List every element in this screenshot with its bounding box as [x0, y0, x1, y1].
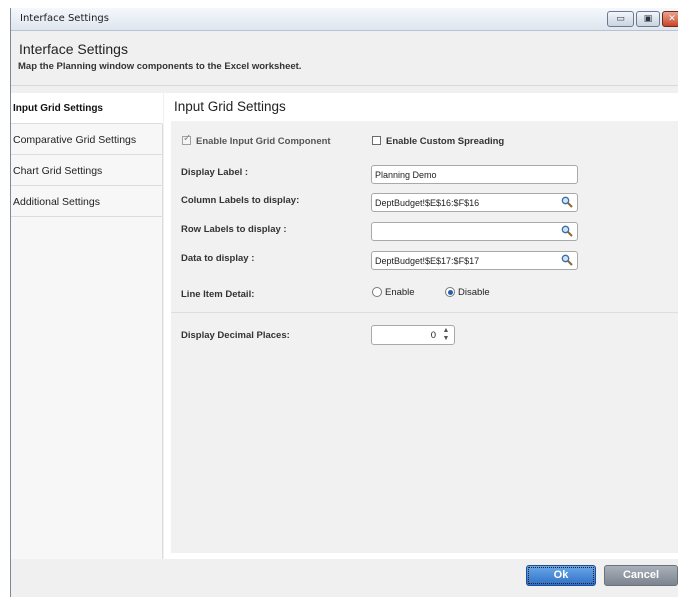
close-icon: ✕ — [668, 14, 676, 24]
dialog-subtitle: Map the Planning window components to th… — [18, 61, 302, 72]
close-button[interactable]: ✕ — [662, 11, 678, 27]
data-to-display-label: Data to display : — [181, 253, 255, 264]
dialog-header: Interface Settings Map the Planning wind… — [11, 31, 678, 86]
magnifier-icon[interactable] — [561, 254, 573, 266]
decimal-places-stepper[interactable]: 0 ▲ ▼ — [371, 325, 455, 345]
column-labels-value: DeptBudget!$E$16:$F$16 — [375, 198, 480, 208]
settings-content: Input Grid Settings ✓ Enable Input Grid … — [164, 93, 678, 559]
enable-input-grid-label: Enable Input Grid Component — [196, 136, 331, 147]
enable-custom-spreading-label: Enable Custom Spreading — [386, 136, 505, 147]
dialog-title: Interface Settings — [19, 41, 128, 57]
nav-item-chart-grid-settings[interactable]: Chart Grid Settings — [11, 155, 163, 186]
decimal-places-label: Display Decimal Places: — [181, 330, 290, 341]
display-label-value: Planning Demo — [375, 170, 437, 180]
row-labels-input[interactable] — [371, 222, 578, 241]
settings-panel: ✓ Enable Input Grid Component Enable Cus… — [171, 121, 678, 553]
nav-item-comparative-grid-settings[interactable]: Comparative Grid Settings — [11, 124, 163, 155]
nav-item-label: Chart Grid Settings — [13, 165, 103, 177]
title-bar[interactable]: Interface Settings ▭ ▣ ✕ — [11, 8, 678, 31]
minimize-icon: ▭ — [616, 14, 625, 24]
line-item-disable-radio[interactable] — [445, 287, 455, 297]
checkmark-icon: ✓ — [183, 133, 192, 144]
magnifier-icon[interactable] — [561, 225, 573, 237]
line-item-detail-label: Line Item Detail: — [181, 289, 255, 300]
row-labels-label: Row Labels to display : — [181, 224, 287, 235]
line-item-enable-radio[interactable] — [372, 287, 382, 297]
maximize-button[interactable]: ▣ — [636, 11, 660, 27]
column-labels-input[interactable]: DeptBudget!$E$16:$F$16 — [371, 193, 578, 212]
maximize-icon: ▣ — [643, 14, 653, 24]
line-item-disable-label: Disable — [458, 287, 490, 298]
nav-item-additional-settings[interactable]: Additional Settings — [11, 186, 163, 217]
window-title: Interface Settings — [20, 13, 109, 24]
column-labels-label: Column Labels to display: — [181, 195, 300, 206]
magnifier-icon[interactable] — [561, 196, 573, 208]
line-item-enable-label: Enable — [385, 287, 415, 298]
section-title: Input Grid Settings — [174, 99, 286, 114]
nav-item-label: Additional Settings — [13, 196, 100, 208]
spinner-arrows-icon[interactable]: ▲ ▼ — [442, 327, 450, 343]
nav-item-label: Comparative Grid Settings — [13, 134, 137, 146]
nav-item-label: Input Grid Settings — [13, 103, 103, 114]
settings-nav: Input Grid Settings Comparative Grid Set… — [11, 93, 163, 559]
display-label-label: Display Label : — [181, 167, 249, 178]
enable-custom-spreading-checkbox[interactable] — [372, 136, 381, 145]
ok-button[interactable]: Ok — [526, 565, 596, 586]
data-to-display-input[interactable]: DeptBudget!$E$17:$F$17 — [371, 251, 578, 270]
display-label-input[interactable]: Planning Demo — [371, 165, 578, 184]
enable-input-grid-checkbox[interactable]: ✓ — [182, 133, 192, 145]
cancel-button[interactable]: Cancel — [604, 565, 678, 586]
decimal-places-value: 0 — [430, 330, 436, 341]
section-divider — [171, 312, 678, 313]
nav-item-input-grid-settings[interactable]: Input Grid Settings — [11, 93, 163, 124]
minimize-button[interactable]: ▭ — [607, 11, 634, 27]
interface-settings-window: Interface Settings ▭ ▣ ✕ Interface Setti… — [10, 8, 678, 597]
data-to-display-value: DeptBudget!$E$17:$F$17 — [375, 256, 480, 266]
